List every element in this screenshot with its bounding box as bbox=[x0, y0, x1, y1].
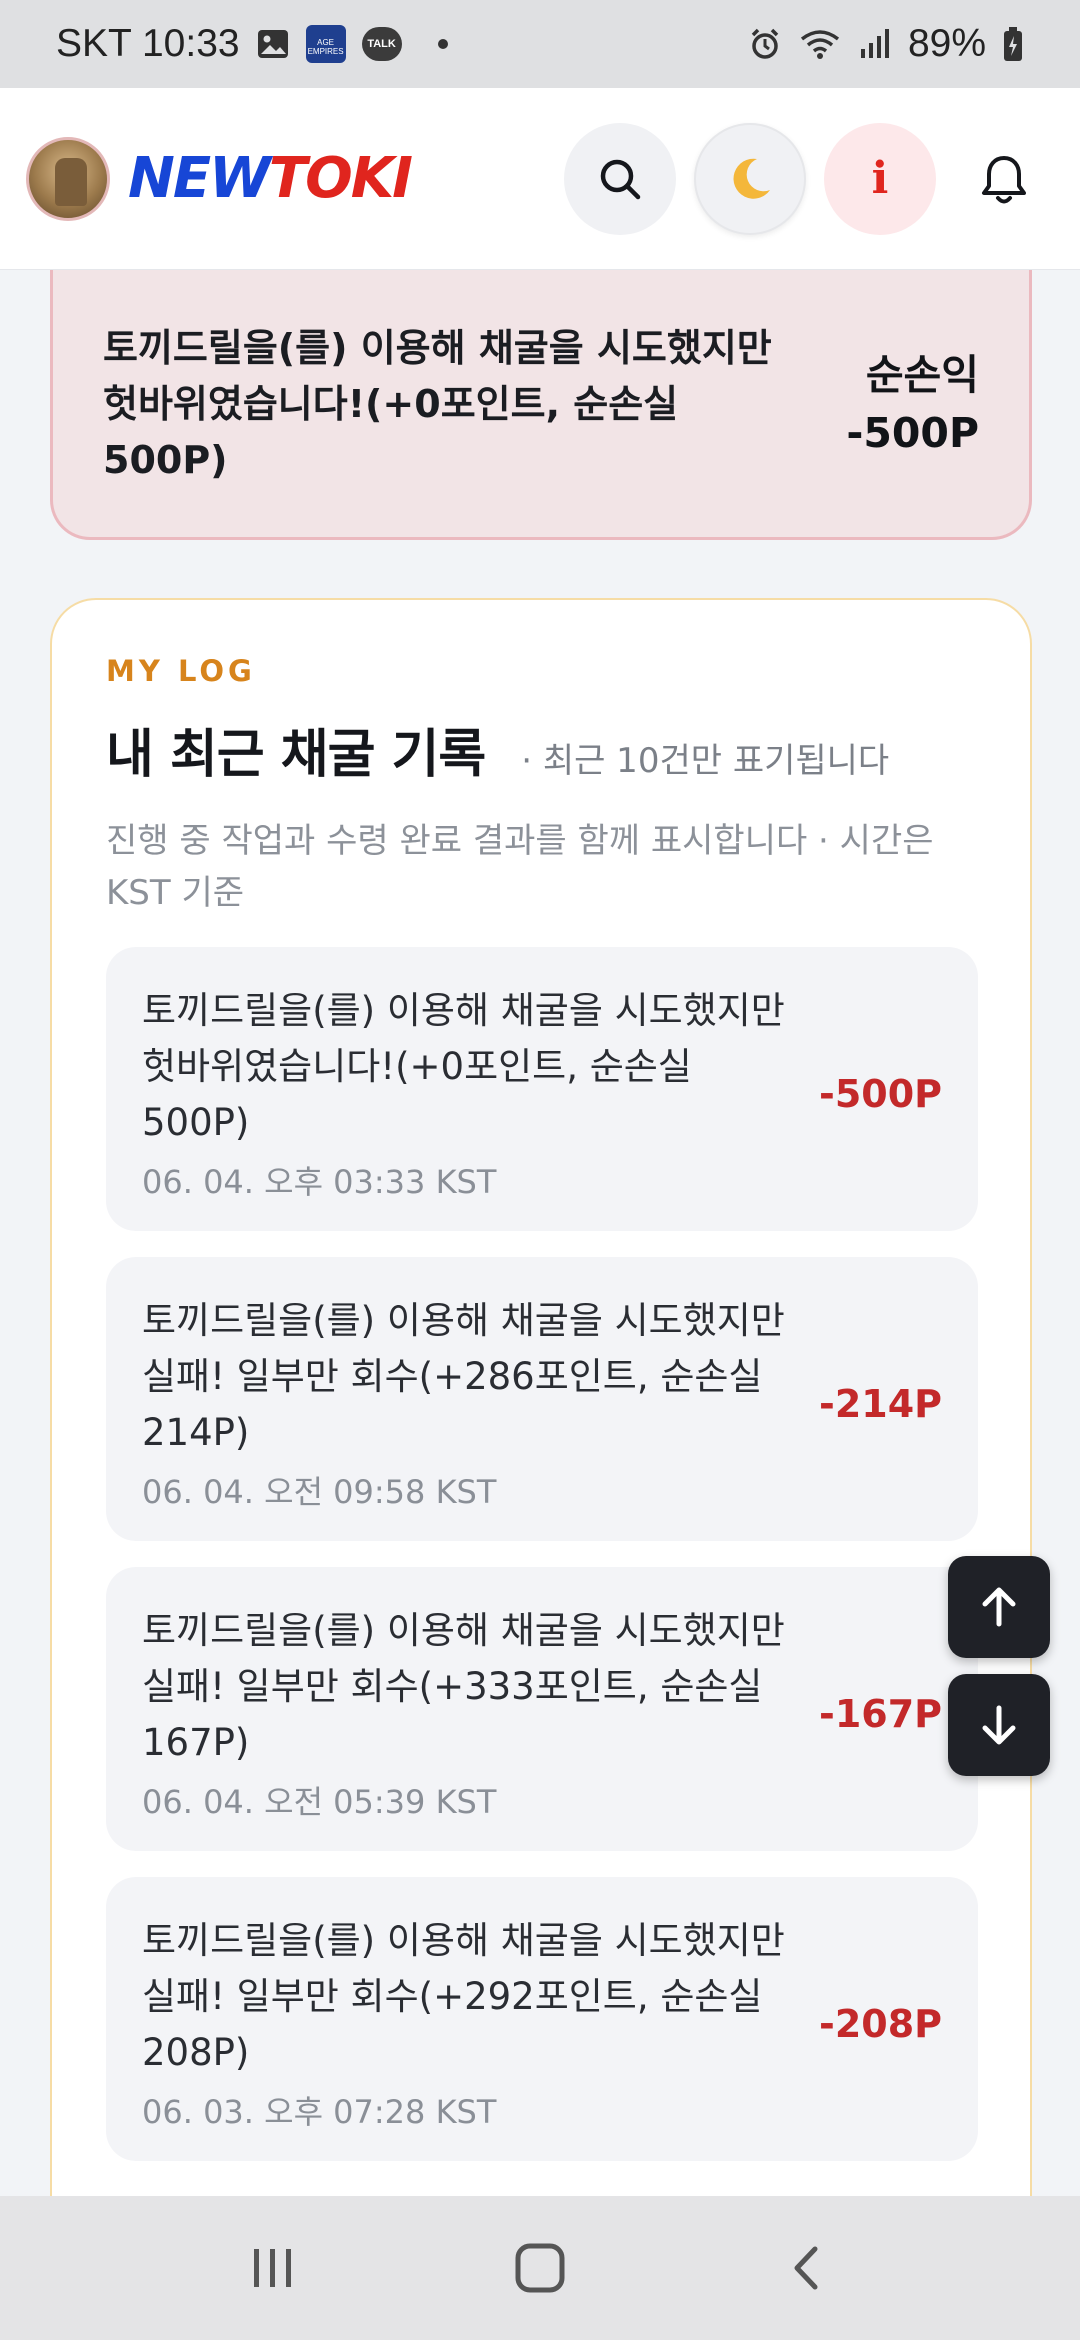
entry-amount: -208P bbox=[819, 2002, 942, 2046]
info-icon: i bbox=[871, 153, 889, 204]
back-button[interactable] bbox=[747, 2218, 867, 2318]
header-actions: i bbox=[564, 122, 1054, 235]
battery-percent: 89% bbox=[907, 22, 986, 65]
net-value: -500P bbox=[846, 408, 979, 457]
log-title: 내 최근 채굴 기록 bbox=[106, 725, 486, 785]
entry-text: 토끼드릴을(를) 이용해 채굴을 시도했지만 헛바위였습니다!(+0포인트, 순… bbox=[142, 989, 785, 1144]
status-left: SKT 10:33 AGE EMPIRES TALK bbox=[56, 22, 448, 66]
result-alert-card: 토끼드릴을(를) 이용해 채굴을 시도했지만 헛바위였습니다!(+0포인트, 순… bbox=[50, 270, 1032, 540]
arrow-up-icon bbox=[982, 1587, 1016, 1627]
recents-button[interactable] bbox=[213, 2218, 333, 2318]
entry-amount: -214P bbox=[819, 1382, 942, 1426]
entry-main: 토끼드릴을(를) 이용해 채굴을 시도했지만 실패! 일부만 회수(+333포인… bbox=[142, 1603, 819, 1823]
log-kicker: MY LOG bbox=[106, 654, 256, 688]
entry-main: 토끼드릴을(를) 이용해 채굴을 시도했지만 실패! 일부만 회수(+286포인… bbox=[142, 1293, 819, 1513]
search-icon bbox=[600, 159, 641, 199]
log-entry: 토끼드릴을(를) 이용해 채굴을 시도했지만 실패! 일부만 회수(+292포인… bbox=[106, 1877, 978, 2161]
carrier-time: SKT 10:33 bbox=[56, 22, 240, 65]
logo-toki-text: TOKI bbox=[268, 146, 413, 211]
dark-mode-button[interactable] bbox=[694, 122, 806, 235]
home-button[interactable] bbox=[480, 2218, 600, 2318]
scroll-top-button[interactable] bbox=[948, 1556, 1050, 1658]
status-right: 89% bbox=[748, 22, 1024, 66]
home-icon bbox=[515, 2243, 565, 2293]
status-bar: SKT 10:33 AGE EMPIRES TALK 89% bbox=[0, 0, 1080, 88]
entry-amount: -500P bbox=[819, 1072, 942, 1116]
search-button[interactable] bbox=[564, 122, 676, 235]
log-note: · 최근 10건만 표기됩니다 bbox=[521, 741, 890, 781]
entry-amount: -167P bbox=[819, 1692, 942, 1736]
age-empires-icon: AGE EMPIRES bbox=[305, 25, 346, 63]
entry-main: 토끼드릴을(를) 이용해 채굴을 시도했지만 실패! 일부만 회수(+292포인… bbox=[142, 1913, 819, 2133]
entry-main: 토끼드릴을(를) 이용해 채굴을 시도했지만 헛바위였습니다!(+0포인트, 순… bbox=[142, 983, 819, 1203]
wifi-icon bbox=[798, 27, 842, 61]
battery-charging-icon bbox=[1002, 26, 1024, 62]
log-entries: 토끼드릴을(를) 이용해 채굴을 시도했지만 헛바위였습니다!(+0포인트, 순… bbox=[106, 947, 978, 2161]
log-entry: 토끼드릴을(를) 이용해 채굴을 시도했지만 실패! 일부만 회수(+333포인… bbox=[106, 1567, 978, 1851]
entry-text: 토끼드릴을(를) 이용해 채굴을 시도했지만 실패! 일부만 회수(+286포인… bbox=[142, 1299, 785, 1454]
recents-icon bbox=[254, 2249, 292, 2287]
main-content[interactable]: 토끼드릴을(를) 이용해 채굴을 시도했지만 헛바위였습니다!(+0포인트, 순… bbox=[0, 270, 1080, 2196]
alarm-icon bbox=[748, 27, 782, 61]
log-entry: 토끼드릴을(를) 이용해 채굴을 시도했지만 헛바위였습니다!(+0포인트, 순… bbox=[106, 947, 978, 1231]
net-label: 순손익 bbox=[865, 350, 979, 399]
moon-icon bbox=[733, 158, 770, 199]
entry-time: 06. 04. 오전 05:39 KST bbox=[142, 1783, 497, 1821]
logo-new-text: NEW bbox=[128, 146, 271, 211]
system-nav-bar bbox=[0, 2196, 1080, 2340]
info-button[interactable]: i bbox=[824, 122, 936, 235]
entry-text: 토끼드릴을(를) 이용해 채굴을 시도했지만 실패! 일부만 회수(+333포인… bbox=[142, 1609, 785, 1764]
log-title-row: 내 최근 채굴 기록 · 최근 10건만 표기됩니다 bbox=[106, 712, 976, 787]
alert-message: 토끼드릴을(를) 이용해 채굴을 시도했지만 헛바위였습니다!(+0포인트, 순… bbox=[103, 325, 772, 482]
app-header: NEWTOKI i bbox=[0, 88, 1080, 270]
site-avatar[interactable] bbox=[26, 136, 110, 221]
entry-time: 06. 03. 오후 07:28 KST bbox=[142, 2093, 497, 2131]
entry-time: 06. 04. 오전 09:58 KST bbox=[142, 1473, 497, 1511]
scroll-bottom-button[interactable] bbox=[948, 1674, 1050, 1776]
log-entry: 토끼드릴을(를) 이용해 채굴을 시도했지만 실패! 일부만 회수(+286포인… bbox=[106, 1257, 978, 1541]
entry-text: 토끼드릴을(를) 이용해 채굴을 시도했지만 실패! 일부만 회수(+292포인… bbox=[142, 1919, 785, 2074]
back-icon bbox=[794, 2246, 818, 2290]
notification-dot-icon bbox=[437, 39, 448, 49]
mining-log-card: MY LOG 내 최근 채굴 기록 · 최근 10건만 표기됩니다 진행 중 작… bbox=[50, 598, 1032, 2196]
signal-icon bbox=[858, 27, 892, 61]
bell-icon bbox=[982, 155, 1026, 203]
arrow-down-icon bbox=[982, 1705, 1016, 1745]
alert-net-summary: 순손익 -500P bbox=[846, 346, 979, 462]
notification-button[interactable] bbox=[954, 123, 1054, 235]
gallery-icon bbox=[256, 27, 290, 61]
entry-time: 06. 04. 오후 03:33 KST bbox=[142, 1163, 497, 1201]
log-description: 진행 중 작업과 수령 완료 결과를 함께 표시합니다 · 시간은 KST 기준 bbox=[106, 821, 934, 913]
site-logo[interactable]: NEWTOKI bbox=[128, 146, 413, 211]
kakaotalk-icon: TALK bbox=[361, 27, 402, 61]
